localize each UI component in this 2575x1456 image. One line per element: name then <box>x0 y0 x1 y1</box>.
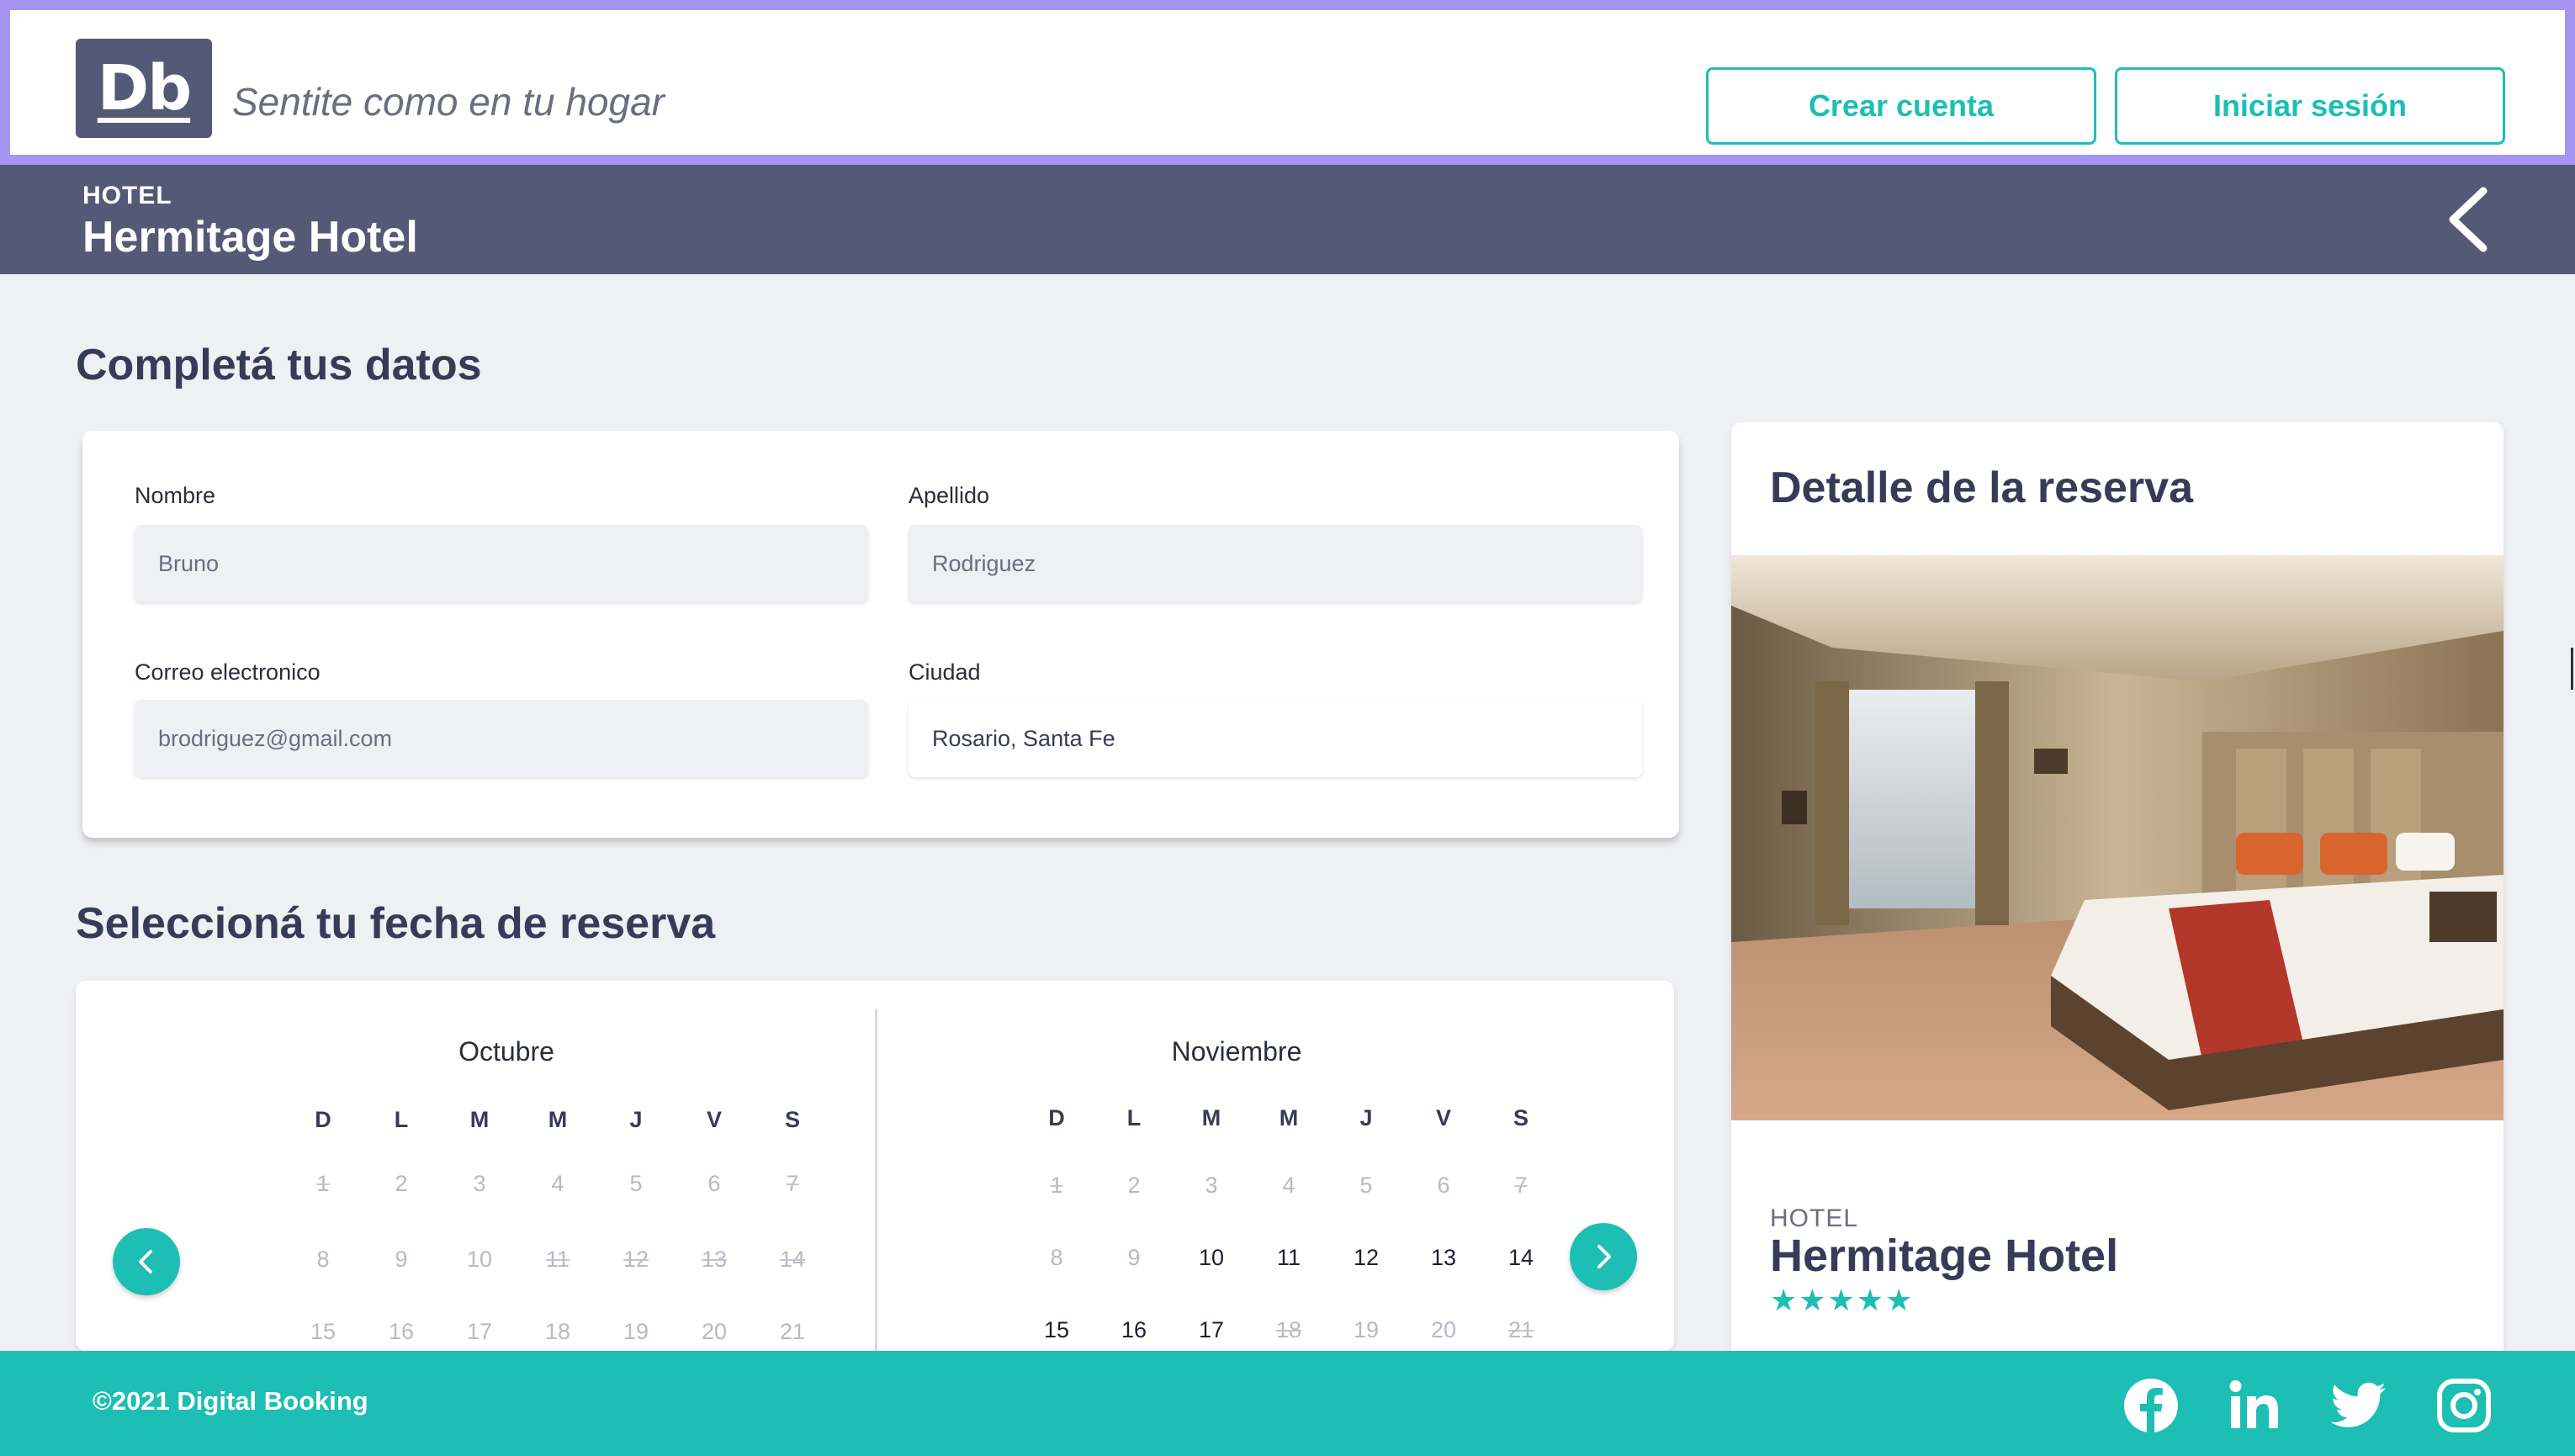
calendar-day-november[interactable]: 16 <box>1109 1317 1159 1343</box>
calendar-day-october: 16 <box>388 1319 415 1344</box>
calendar-day-october: 10 <box>466 1247 493 1272</box>
last-name-label: Apellido <box>909 483 990 508</box>
last-name-input[interactable]: Rodriguez <box>909 525 1642 602</box>
calendar-day-november: 3 <box>1205 1173 1218 1198</box>
email-label: Correo electronico <box>135 659 321 685</box>
calendar-day-november: 7 <box>1514 1173 1528 1198</box>
calendar-day-october: 20 <box>701 1319 728 1344</box>
copyright: ©2021 Digital Booking <box>93 1386 368 1416</box>
detail-title: Detalle de la reserva <box>1770 463 2193 512</box>
calendar-day-november: 20 <box>1430 1317 1457 1342</box>
calendar-day-october: 12 <box>623 1247 649 1272</box>
booking-detail-card: Detalle de la reserva HOTEL Hermitage Ho… <box>1731 422 2503 1364</box>
calendar-day-october: 19 <box>623 1319 649 1344</box>
weekday-header: M <box>1201 1105 1221 1130</box>
weekday-header: V <box>1435 1105 1451 1130</box>
calendar-day-november: 4 <box>1282 1173 1295 1198</box>
logo-text: Db <box>97 52 192 124</box>
calendar-section-title: Seleccioná tu fecha de reserva <box>76 899 716 948</box>
calendar-day-october: 1 <box>316 1171 330 1196</box>
calendar-day-november[interactable]: 10 <box>1186 1245 1237 1271</box>
calendar-day-november: 2 <box>1127 1173 1141 1198</box>
product-titlebar: HOTEL Hermitage Hotel <box>0 165 2575 274</box>
calendar-day-october: 8 <box>316 1247 330 1272</box>
logo[interactable]: Db <box>76 39 212 138</box>
chevron-left-icon <box>139 1250 152 1273</box>
weekday-header: M <box>1279 1105 1299 1130</box>
calendar-day-november: 8 <box>1050 1245 1063 1270</box>
site-footer: ©2021 Digital Booking <box>0 1351 2575 1456</box>
slogan: Sentite como en tu hogar <box>232 80 665 124</box>
calendar-day-november: 1 <box>1050 1173 1063 1198</box>
back-button[interactable] <box>2430 182 2506 257</box>
first-name-label: Nombre <box>135 483 216 508</box>
weekday-header: J <box>629 1107 643 1132</box>
chevron-right-icon <box>1597 1245 1611 1268</box>
prev-month-button[interactable] <box>113 1228 180 1295</box>
calendar-day-november[interactable]: 13 <box>1418 1245 1469 1271</box>
calendar-day-november[interactable]: 11 <box>1264 1245 1314 1271</box>
twitter-icon[interactable] <box>2330 1376 2389 1435</box>
email-input[interactable]: brodriguez@gmail.com <box>135 700 868 777</box>
calendar-day-november[interactable]: 15 <box>1031 1317 1082 1343</box>
weekday-header: L <box>394 1107 409 1132</box>
calendar-day-october: 2 <box>395 1171 408 1196</box>
calendar-divider <box>875 1009 877 1351</box>
site-header: Db Sentite como en tu hogar Crear cuenta… <box>0 0 2575 165</box>
calendar-day-october: 11 <box>545 1247 570 1272</box>
weekday-header: S <box>1513 1105 1529 1130</box>
weekday-header: M <box>548 1107 568 1132</box>
hotel-room-photo <box>1731 555 2503 1120</box>
calendar-day-october: 21 <box>779 1319 806 1344</box>
calendar-day-november: 9 <box>1127 1245 1141 1270</box>
instagram-icon[interactable] <box>2435 1376 2493 1435</box>
personal-data-card: Nombre Bruno Apellido Rodriguez Correo e… <box>82 431 1679 838</box>
month-title-november: Noviembre <box>1171 1036 1302 1067</box>
product-name: Hermitage Hotel <box>82 213 418 262</box>
calendar-day-october: 4 <box>551 1171 564 1196</box>
month-title-october: Octubre <box>458 1036 554 1067</box>
next-month-button[interactable] <box>1570 1223 1637 1290</box>
facebook-icon[interactable] <box>2122 1376 2180 1435</box>
star-rating: ★★★★★ <box>1770 1284 1915 1318</box>
calendar-day-october: 18 <box>544 1319 571 1344</box>
text-cursor <box>2571 648 2573 690</box>
detail-hotel-name: Hermitage Hotel <box>1770 1231 2119 1281</box>
weekday-header: J <box>1359 1105 1373 1130</box>
weekday-header: D <box>315 1107 331 1132</box>
product-category: HOTEL <box>82 182 172 209</box>
calendar-day-november[interactable]: 14 <box>1496 1245 1546 1271</box>
calendar-day-november[interactable]: 12 <box>1341 1245 1391 1271</box>
calendar-card: Octubre Noviembre D L M M J V S 1 2 3 4 5 6 7 8 9 10 11 12… <box>76 981 1674 1351</box>
weekday-header: D <box>1048 1105 1065 1130</box>
calendar-day-october: 9 <box>395 1247 408 1272</box>
calendar-day-november: 5 <box>1359 1173 1373 1198</box>
login-button[interactable]: Iniciar sesión <box>2115 67 2505 145</box>
detail-category: HOTEL <box>1770 1205 1859 1232</box>
city-input[interactable]: Rosario, Santa Fe <box>909 700 1642 777</box>
weekday-header: M <box>469 1107 490 1132</box>
first-name-input[interactable]: Bruno <box>135 525 868 602</box>
calendar-day-october: 15 <box>310 1319 336 1344</box>
calendar-day-october: 6 <box>707 1171 721 1196</box>
linkedin-icon[interactable] <box>2226 1376 2285 1435</box>
create-account-button[interactable]: Crear cuenta <box>1706 67 2096 145</box>
weekday-header: V <box>706 1107 722 1132</box>
calendar-day-october: 3 <box>473 1171 486 1196</box>
form-section-title: Completá tus datos <box>76 341 482 389</box>
calendar-day-october: 5 <box>629 1171 643 1196</box>
calendar-day-november: 6 <box>1437 1173 1450 1198</box>
calendar-day-october: 14 <box>779 1247 806 1272</box>
calendar-day-november[interactable]: 17 <box>1186 1317 1237 1343</box>
city-label: Ciudad <box>909 659 981 685</box>
weekday-header: S <box>784 1107 800 1132</box>
calendar-day-october: 13 <box>701 1247 728 1272</box>
calendar-day-october: 7 <box>786 1171 799 1196</box>
calendar-day-november: 18 <box>1275 1317 1302 1342</box>
weekday-header: L <box>1126 1105 1142 1130</box>
calendar-day-november: 21 <box>1507 1317 1534 1342</box>
calendar-day-october: 17 <box>466 1319 493 1344</box>
calendar-day-november: 19 <box>1353 1317 1380 1342</box>
chevron-left-icon <box>2449 187 2488 252</box>
